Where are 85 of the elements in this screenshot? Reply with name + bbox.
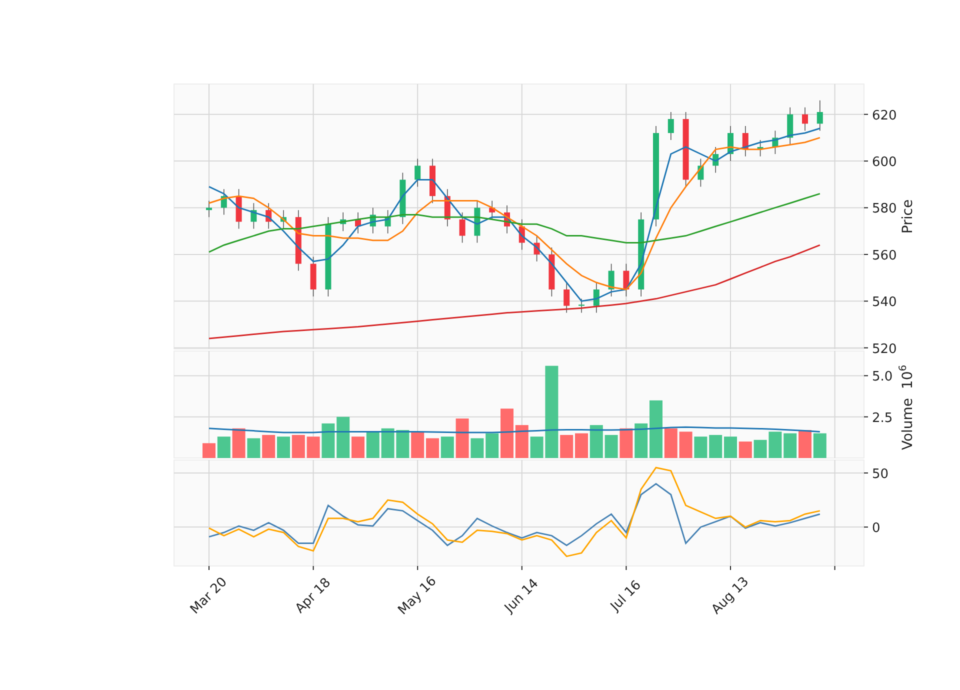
candle xyxy=(459,212,466,244)
candle xyxy=(266,202,272,230)
volume-bar xyxy=(620,428,633,458)
candle xyxy=(400,172,406,224)
axis-title: Price xyxy=(900,199,916,234)
axis-tick-label: 0 xyxy=(872,521,880,536)
candle xyxy=(623,263,630,297)
volume-bar xyxy=(336,416,350,458)
axis-tick-label: Aug 13 xyxy=(708,574,752,618)
candle xyxy=(534,235,540,262)
axis-tick-label: Apr 18 xyxy=(292,575,334,617)
volume-bar xyxy=(322,423,335,458)
candle xyxy=(728,126,734,162)
volume-bar xyxy=(530,436,544,458)
volume-bar xyxy=(486,433,499,458)
candle xyxy=(593,282,600,314)
candle xyxy=(370,207,376,234)
candle xyxy=(698,158,704,188)
volume-bar xyxy=(679,432,692,458)
axis-tick-label: 560 xyxy=(872,248,897,264)
candle xyxy=(608,263,614,297)
candle xyxy=(548,247,555,297)
candle xyxy=(742,126,748,157)
volume-bar xyxy=(396,430,410,458)
candle xyxy=(340,212,346,232)
candle xyxy=(236,188,242,230)
axis-title: Volume xyxy=(900,398,916,450)
candle xyxy=(474,200,480,244)
volume-bar xyxy=(470,438,484,458)
candle xyxy=(772,130,778,154)
candle xyxy=(280,210,286,230)
volume-bar xyxy=(738,442,752,458)
candle xyxy=(430,158,436,204)
axis-tick-label: Mar 20 xyxy=(188,574,230,618)
candle xyxy=(295,210,302,272)
volume-bar xyxy=(784,433,797,458)
axis-tick-label: 2.5 xyxy=(872,410,893,426)
volume-bar xyxy=(500,408,514,458)
axis-tick-label: Jul 16 xyxy=(608,578,644,614)
volume-bar xyxy=(560,434,574,458)
volume-bar xyxy=(352,436,364,458)
candle xyxy=(802,106,808,132)
axis-tick-label: 600 xyxy=(872,155,897,170)
volume-bar xyxy=(217,436,230,458)
axis-tick-label: 620 xyxy=(872,108,897,124)
volume-bar xyxy=(202,443,216,458)
axis-tick-label: Jun 14 xyxy=(502,576,542,616)
volume-bar xyxy=(575,433,588,458)
volume-bar xyxy=(634,423,648,458)
candle xyxy=(518,219,525,250)
candle xyxy=(504,205,510,234)
volume-bar xyxy=(650,400,662,458)
volume-bar xyxy=(262,434,276,458)
candle xyxy=(489,200,496,220)
candle xyxy=(668,112,674,140)
volume-bar xyxy=(440,436,454,458)
candle xyxy=(757,140,764,157)
candle xyxy=(816,100,823,132)
volume-bar xyxy=(306,436,320,458)
candle xyxy=(578,298,584,314)
candle xyxy=(444,188,450,227)
axis-tick-label: 50 xyxy=(872,466,889,482)
axis-tick-label: 520 xyxy=(872,342,897,357)
volume-bar xyxy=(709,434,722,458)
volume-bar xyxy=(277,436,290,458)
volume-bar xyxy=(411,432,424,458)
candle xyxy=(564,282,570,314)
volume-bar xyxy=(694,436,708,458)
volume-bar xyxy=(247,438,260,458)
candle xyxy=(250,202,257,230)
candle xyxy=(355,212,361,234)
volume-bar xyxy=(724,436,737,458)
candle xyxy=(220,188,227,216)
axis-tick-label: 540 xyxy=(872,295,897,310)
volume-bar xyxy=(768,432,782,458)
volume-bar xyxy=(426,438,439,458)
volume-bar xyxy=(798,430,812,458)
candle xyxy=(384,210,391,234)
candle xyxy=(206,200,212,218)
axis-tick-label: 5.0 xyxy=(872,370,893,385)
candle xyxy=(712,146,719,174)
candle xyxy=(787,106,794,146)
candle xyxy=(414,158,421,188)
axis-tick-label: 580 xyxy=(872,202,897,217)
candle xyxy=(310,256,316,297)
